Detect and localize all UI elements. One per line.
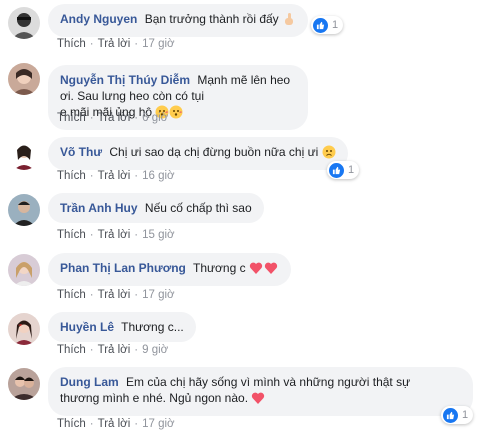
comment-actions: Thích · Trả lời · 15 giờ — [57, 229, 175, 241]
commenter-name[interactable]: Dung Lam — [60, 375, 119, 389]
comment-bubble: Võ Thư Chị ưi sao dạ chị đừng buồn nữa c… — [48, 137, 348, 170]
like-link[interactable]: Thích — [57, 289, 86, 301]
pointing-finger-icon — [282, 12, 296, 30]
timestamp[interactable]: 17 giờ — [142, 289, 174, 301]
comment-bubble: Trần Anh Huy Nếu cố chấp thì sao — [48, 193, 264, 223]
avatar[interactable] — [8, 254, 40, 286]
reaction-count[interactable]: 1 — [441, 406, 474, 424]
comment-text: Thương c — [193, 261, 246, 275]
avatar[interactable] — [8, 7, 40, 39]
reply-link[interactable]: Trả lời — [98, 418, 131, 430]
commenter-name[interactable]: Andy Nguyen — [60, 12, 137, 26]
reply-link[interactable]: Trả lời — [98, 170, 131, 182]
comment-text: Thương c... — [121, 320, 184, 334]
timestamp[interactable]: 17 giờ — [142, 38, 174, 50]
heart-icon — [251, 391, 265, 409]
comment-actions: Thích · Trả lời · 17 giờ — [57, 418, 175, 430]
hearts-icon — [249, 261, 279, 279]
commenter-name[interactable]: Võ Thư — [60, 145, 102, 159]
commenter-name[interactable]: Nguyễn Thị Thúy Diễm — [60, 73, 190, 87]
reply-link[interactable]: Trả lời — [98, 38, 131, 50]
reaction-number: 1 — [332, 19, 339, 31]
like-link[interactable]: Thích — [57, 418, 86, 430]
comment-text-line2: thương mình e nhé. Ngủ ngon nào. — [60, 391, 249, 405]
comment-bubble: Phan Thị Lan Phương Thương c — [48, 253, 291, 286]
comment-actions: Thích · Trả lời · 9 giờ — [57, 344, 169, 356]
like-icon — [443, 407, 458, 423]
comment-bubble: Huyền Lê Thương c... — [48, 312, 196, 342]
commenter-name[interactable]: Trần Anh Huy — [60, 201, 138, 215]
avatar[interactable] — [8, 63, 40, 95]
timestamp[interactable]: 6 giờ — [142, 112, 168, 124]
comment-text: Nếu cố chấp thì sao — [144, 201, 252, 215]
commenter-name[interactable]: Phan Thị Lan Phương — [60, 261, 186, 275]
reply-link[interactable]: Trả lời — [98, 112, 131, 124]
comment-text: Chị ưi sao dạ chị đừng buồn nữa chị ưi — [109, 145, 319, 159]
like-link[interactable]: Thích — [57, 229, 86, 241]
comment-actions: Thích · Trả lời · 6 giờ — [57, 112, 169, 124]
comment-text: Em của chị hãy sống vì mình và những ngư… — [126, 375, 411, 389]
like-icon — [313, 17, 328, 33]
like-link[interactable]: Thích — [57, 170, 86, 182]
timestamp[interactable]: 9 giờ — [142, 344, 168, 356]
comment-text: Bạn trưởng thành rồi đấy — [144, 12, 279, 26]
avatar[interactable] — [8, 368, 40, 400]
commenter-name[interactable]: Huyền Lê — [60, 320, 114, 334]
avatar[interactable] — [8, 138, 40, 170]
comment-actions: Thích · Trả lời · 16 giờ — [57, 170, 175, 182]
like-link[interactable]: Thích — [57, 112, 86, 124]
comment-actions: Thích · Trả lời · 17 giờ — [57, 289, 175, 301]
comment-bubble: Andy Nguyen Bạn trưởng thành rồi đấy — [48, 4, 309, 37]
comment-actions: Thích · Trả lời · 17 giờ — [57, 38, 175, 50]
reply-link[interactable]: Trả lời — [98, 229, 131, 241]
timestamp[interactable]: 15 giờ — [142, 229, 174, 241]
like-link[interactable]: Thích — [57, 38, 86, 50]
like-link[interactable]: Thích — [57, 344, 86, 356]
avatar[interactable] — [8, 194, 40, 226]
reply-link[interactable]: Trả lời — [98, 289, 131, 301]
timestamp[interactable]: 16 giờ — [142, 170, 174, 182]
reaction-number: 1 — [462, 409, 469, 421]
timestamp[interactable]: 17 giờ — [142, 418, 174, 430]
like-icon — [329, 162, 344, 178]
reply-link[interactable]: Trả lời — [98, 344, 131, 356]
comment-bubble: Dung Lam Em của chị hãy sống vì mình và … — [48, 367, 473, 416]
reaction-count[interactable]: 1 — [327, 161, 360, 179]
avatar[interactable] — [8, 313, 40, 345]
reaction-number: 1 — [348, 164, 355, 176]
reaction-count[interactable]: 1 — [311, 16, 344, 34]
